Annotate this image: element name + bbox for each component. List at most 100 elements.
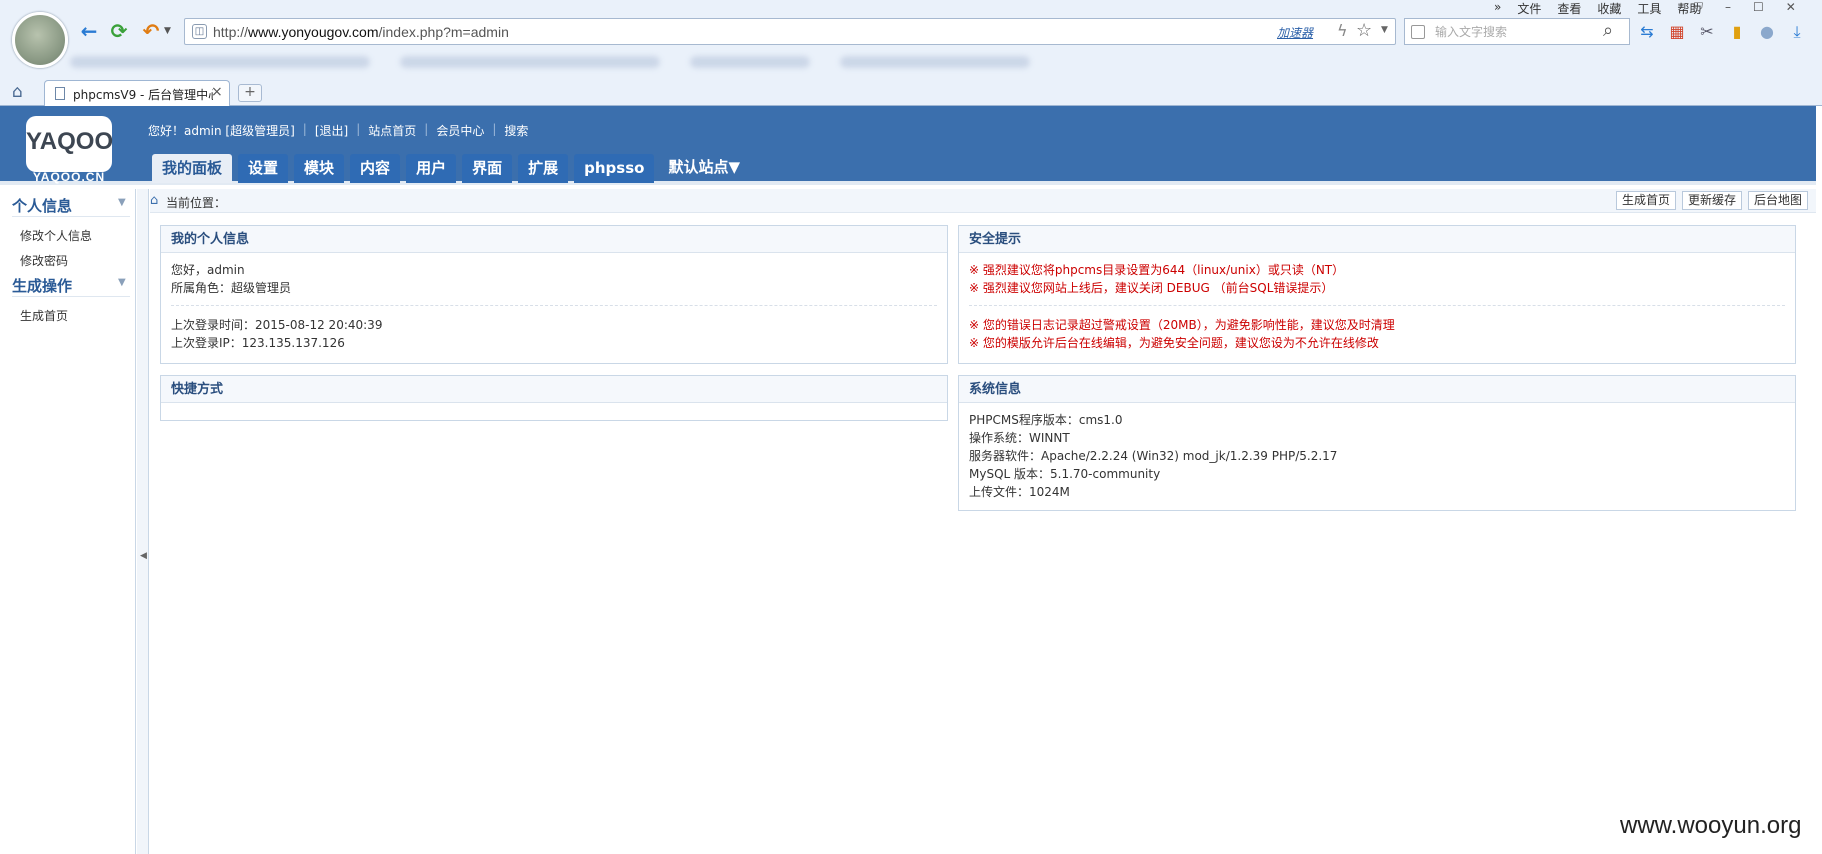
security-warning: ※ 您的模版允许后台在线编辑，为避免安全问题，建议您设为不允许在线修改 bbox=[969, 336, 1379, 350]
undo-icon: ↶ bbox=[142, 19, 160, 43]
top-links: 您好！admin [超级管理员] | [退出] | 站点首页 | 会员中心 | … bbox=[148, 122, 528, 139]
panel-title: 我的个人信息 bbox=[161, 226, 947, 253]
main-nav: 我的面板 设置 模块 内容 用户 界面 扩展 phpsso 默认站点▼ bbox=[152, 154, 740, 183]
tab-settings[interactable]: 设置 bbox=[238, 154, 289, 183]
browser-chrome: ← ⟳ ↶ ▼ ◫ http://www.yonyougov.com/index… bbox=[0, 0, 1822, 106]
search-input[interactable] bbox=[1435, 23, 1595, 41]
sidebar-group-personal[interactable]: 个人信息 ▼ bbox=[12, 195, 130, 217]
breadcrumb-actions: 生成首页 更新缓存 后台地图 bbox=[1615, 191, 1808, 210]
browser-search-box[interactable]: ⌕ bbox=[1404, 18, 1630, 45]
url-host: www.yonyougov.com bbox=[248, 24, 379, 40]
security-warning: ※ 强烈建议您网站上线后，建议关闭 DEBUG （前台SQL错误提示） bbox=[969, 281, 1334, 295]
close-icon[interactable]: ✕ bbox=[1786, 0, 1796, 15]
tab-modules[interactable]: 模块 bbox=[294, 154, 345, 183]
logout-link[interactable]: [退出] bbox=[315, 122, 348, 139]
last-login-ip: 上次登录IP：123.135.137.126 bbox=[171, 336, 345, 350]
system-info-line: MySQL 版本：5.1.70-community bbox=[969, 467, 1161, 481]
sidebar-item-change-password[interactable]: 修改密码 bbox=[0, 248, 135, 273]
url-text[interactable]: http://www.yonyougov.com/index.php?m=adm… bbox=[213, 24, 509, 40]
address-bar[interactable]: ◫ http://www.yonyougov.com/index.php?m=a… bbox=[184, 18, 1396, 45]
menu-tools[interactable]: 工具 bbox=[1637, 0, 1661, 16]
sidebar-item-generate-home[interactable]: 生成首页 bbox=[0, 303, 135, 328]
breadcrumb-label: 当前位置： bbox=[166, 196, 227, 210]
logo[interactable]: YAQOO bbox=[26, 116, 113, 172]
admin-header: YAQOO YAQOO.CN 您好！admin [超级管理员] | [退出] |… bbox=[0, 106, 1816, 185]
browser-tab-active[interactable]: phpcmsV9 - 后台管理中心 × bbox=[44, 80, 230, 106]
panel-title: 快捷方式 bbox=[161, 376, 947, 403]
menu-file[interactable]: 文件 bbox=[1517, 0, 1541, 16]
star-icon[interactable]: ☆ bbox=[1356, 20, 1372, 41]
divider: | bbox=[302, 122, 307, 136]
bookmark-icon[interactable]: ▮ bbox=[1726, 22, 1748, 42]
divider: | bbox=[492, 122, 497, 136]
tab-title: phpcmsV9 - 后台管理中心 bbox=[73, 88, 213, 102]
tab-users[interactable]: 用户 bbox=[406, 154, 457, 183]
admin-map-button[interactable]: 后台地图 bbox=[1747, 191, 1808, 210]
download-icon[interactable]: ⤓ bbox=[1786, 22, 1808, 42]
tab-phpsso[interactable]: phpsso bbox=[574, 154, 655, 183]
menu-view[interactable]: 查看 bbox=[1557, 0, 1581, 16]
refresh-button[interactable]: ⟳ bbox=[106, 18, 132, 44]
menu-favorites[interactable]: 收藏 bbox=[1597, 0, 1621, 16]
chevron-down-icon[interactable]: ▼ bbox=[1381, 25, 1388, 35]
chat-icon[interactable]: ● bbox=[1756, 22, 1778, 42]
tab-my-panel[interactable]: 我的面板 bbox=[152, 154, 233, 183]
panel-system-info: 系统信息 PHPCMS程序版本：cms1.0 操作系统：WINNT 服务器软件：… bbox=[958, 375, 1796, 511]
search-icon[interactable]: ⌕ bbox=[1603, 20, 1613, 41]
security-warning: ※ 您的错误日志记录超过警戒设置（20MB），为避免影响性能，建议您及时清理 bbox=[969, 318, 1395, 332]
member-center-link[interactable]: 会员中心 bbox=[436, 122, 484, 139]
home-icon[interactable]: ⌂ bbox=[12, 82, 23, 102]
chevron-down-icon: ▼ bbox=[118, 277, 126, 288]
left-sidebar: 个人信息 ▼ 修改个人信息 修改密码 生成操作 ▼ 生成首页 bbox=[0, 189, 136, 854]
bookmarks-bar-blurred bbox=[70, 52, 1038, 72]
divider bbox=[969, 305, 1785, 306]
page-info-icon[interactable]: ◫ bbox=[192, 24, 207, 39]
new-tab-button[interactable]: + bbox=[238, 84, 262, 102]
scissors-icon[interactable]: ✂ bbox=[1696, 22, 1718, 42]
translate-icon[interactable]: ⇆ bbox=[1636, 22, 1658, 42]
panel-title: 系统信息 bbox=[959, 376, 1795, 403]
sidebar-item-edit-profile[interactable]: 修改个人信息 bbox=[0, 223, 135, 248]
url-scheme: http:// bbox=[213, 24, 249, 40]
search-engine-icon[interactable] bbox=[1411, 25, 1425, 39]
browser-toolbar: ⇆ ▦ ✂ ▮ ● ⤓ bbox=[1636, 22, 1808, 42]
lightning-icon[interactable]: ϟ bbox=[1337, 21, 1348, 40]
last-login-time: 上次登录时间：2015-08-12 20:40:39 bbox=[171, 318, 383, 332]
search-link[interactable]: 搜索 bbox=[504, 122, 528, 139]
chevron-right-icon[interactable]: » bbox=[1494, 0, 1501, 14]
sidebar-group-generate[interactable]: 生成操作 ▼ bbox=[12, 275, 130, 297]
skin-icon[interactable]: ⛉ bbox=[1694, 0, 1703, 15]
minimize-icon[interactable]: – bbox=[1725, 0, 1731, 15]
maximize-icon[interactable]: ☐ bbox=[1753, 0, 1764, 15]
sidebar-collapse-handle[interactable]: ◀ bbox=[137, 189, 149, 854]
site-home-link[interactable]: 站点首页 bbox=[368, 122, 416, 139]
refresh-icon: ⟳ bbox=[110, 19, 128, 43]
tab-content[interactable]: 内容 bbox=[350, 154, 401, 183]
greeting-text: 您好！admin [超级管理员] bbox=[148, 124, 295, 138]
system-info-line: 上传文件：1024M bbox=[969, 485, 1070, 499]
undo-button[interactable]: ↶ bbox=[138, 18, 164, 44]
divider: | bbox=[356, 122, 361, 136]
chevron-down-icon[interactable]: ▼ bbox=[164, 26, 171, 36]
sidebar-group-title: 个人信息 bbox=[12, 197, 73, 215]
arrow-left-icon: ← bbox=[80, 19, 98, 43]
calendar-icon[interactable]: ▦ bbox=[1666, 22, 1688, 42]
site-switch-dropdown[interactable]: 默认站点▼ bbox=[660, 154, 740, 183]
system-info-line: 操作系统：WINNT bbox=[969, 431, 1070, 445]
generate-home-button[interactable]: 生成首页 bbox=[1615, 191, 1676, 210]
back-button[interactable]: ← bbox=[76, 18, 102, 44]
main-content: ⌂ 当前位置： 生成首页 更新缓存 后台地图 我的个人信息 您好，admin 所… bbox=[150, 189, 1816, 854]
accelerator-link[interactable]: 加速器 bbox=[1277, 24, 1313, 41]
tab-interface[interactable]: 界面 bbox=[462, 154, 513, 183]
close-icon[interactable]: × bbox=[211, 84, 223, 100]
logo-subtitle: YAQOO.CN bbox=[32, 170, 106, 184]
tab-extensions[interactable]: 扩展 bbox=[518, 154, 569, 183]
chevron-down-icon: ▼ bbox=[118, 197, 126, 208]
update-cache-button[interactable]: 更新缓存 bbox=[1681, 191, 1742, 210]
chevron-left-icon: ◀ bbox=[140, 551, 147, 561]
panel-my-info: 我的个人信息 您好，admin 所属角色：超级管理员 上次登录时间：2015-0… bbox=[160, 225, 948, 364]
divider bbox=[171, 305, 937, 306]
panel-shortcuts: 快捷方式 bbox=[160, 375, 948, 421]
user-avatar[interactable] bbox=[12, 12, 68, 68]
home-icon[interactable]: ⌂ bbox=[150, 193, 158, 208]
